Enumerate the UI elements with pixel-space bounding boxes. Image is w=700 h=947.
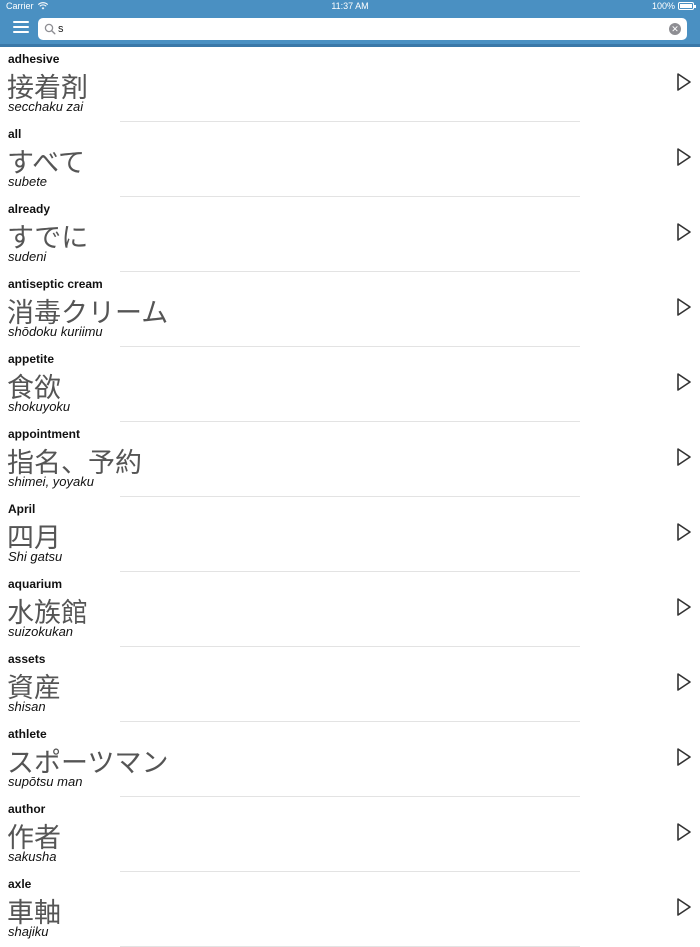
english-word: assets <box>8 652 46 666</box>
romaji-reading: secchaku zai <box>8 99 84 114</box>
english-word: author <box>8 802 46 816</box>
romaji-reading: sudeni <box>8 249 47 264</box>
play-audio-icon[interactable] <box>676 72 692 92</box>
romaji-reading: shisan <box>8 699 46 714</box>
play-audio-icon[interactable] <box>676 897 692 917</box>
list-item[interactable]: athlete スポーツマン supōtsu man <box>0 722 700 797</box>
list-item[interactable]: assets 資産 shisan <box>0 647 700 722</box>
word-list: adhesive 接着剤 secchaku zai all すべて subete alrea… <box>0 47 700 947</box>
english-word: all <box>8 127 22 141</box>
romaji-reading: Shi gatsu <box>8 549 63 564</box>
english-word: appointment <box>8 427 80 441</box>
list-item[interactable]: aquarium 水族館 suizokukan <box>0 572 700 647</box>
search-bar: ✕ <box>38 18 687 40</box>
romaji-reading: subete <box>8 174 48 189</box>
play-audio-icon[interactable] <box>676 297 692 317</box>
play-audio-icon[interactable] <box>676 147 692 167</box>
english-word: aquarium <box>8 577 63 591</box>
romaji-reading: shajiku <box>8 924 49 939</box>
list-item[interactable]: April 四月 Shi gatsu <box>0 497 700 572</box>
romaji-reading: sakusha <box>8 849 57 864</box>
hamburger-line <box>13 21 29 23</box>
play-audio-icon[interactable] <box>676 447 692 467</box>
romaji-reading: suizokukan <box>8 624 74 639</box>
list-item[interactable]: adhesive 接着剤 secchaku zai <box>0 47 700 122</box>
play-audio-icon[interactable] <box>676 747 692 767</box>
english-word: appetite <box>8 352 55 366</box>
nav-bar: ✕ <box>0 14 700 47</box>
romaji-reading: shōdoku kuriimu <box>8 324 103 339</box>
english-word: athlete <box>8 727 47 741</box>
play-audio-icon[interactable] <box>676 672 692 692</box>
list-item[interactable]: author 作者 sakusha <box>0 797 700 872</box>
play-audio-icon[interactable] <box>676 822 692 842</box>
list-item[interactable]: antiseptic cream 消毒クリーム shōdoku kuriimu <box>0 272 700 347</box>
battery-fill <box>680 4 692 8</box>
english-word: axle <box>8 877 32 891</box>
english-word: April <box>8 502 36 516</box>
english-word: adhesive <box>8 52 60 66</box>
play-audio-icon[interactable] <box>676 522 692 542</box>
list-item[interactable]: appetite 食欲 shokuyoku <box>0 347 700 422</box>
clear-search-button[interactable]: ✕ <box>669 23 681 35</box>
menu-button[interactable] <box>13 21 29 35</box>
english-word: already <box>8 202 51 216</box>
search-icon <box>44 23 56 35</box>
romaji-reading: supōtsu man <box>8 774 83 789</box>
list-item[interactable]: all すべて subete <box>0 122 700 197</box>
romaji-reading: shimei, yoyaku <box>8 474 94 489</box>
battery-icon <box>678 2 696 10</box>
hamburger-line <box>13 31 29 33</box>
play-audio-icon[interactable] <box>676 372 692 392</box>
battery-percent: 100% <box>651 1 675 11</box>
list-item[interactable]: already すでに sudeni <box>0 197 700 272</box>
play-audio-icon[interactable] <box>676 222 692 242</box>
english-word: antiseptic cream <box>8 277 103 291</box>
list-item[interactable]: axle 車軸 shajiku <box>0 872 700 947</box>
clock: 11:37 AM <box>331 1 369 11</box>
status-bar: Carrier 11:37 AM 100% <box>0 0 700 14</box>
romaji-reading: shokuyoku <box>8 399 71 414</box>
hamburger-line <box>13 26 29 28</box>
search-input[interactable] <box>58 20 658 38</box>
play-audio-icon[interactable] <box>676 597 692 617</box>
list-item[interactable]: appointment 指名、予約 shimei, yoyaku <box>0 422 700 497</box>
status-right: 100% <box>651 1 696 11</box>
